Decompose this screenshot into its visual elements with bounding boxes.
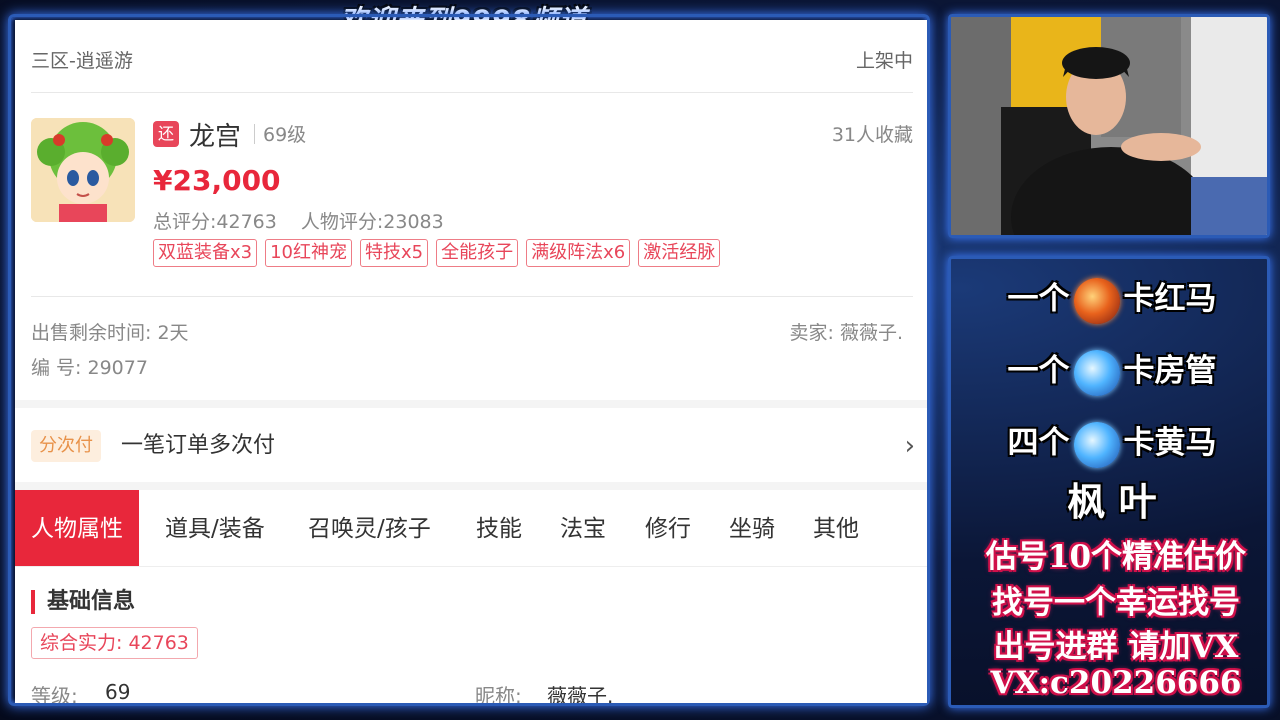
listing-panel: 三区-逍遥游 上架中 还 龙宫 69级 31人收藏 ¥23,000 总评分:42… [15,20,927,703]
feature-tag: 全能孩子 [436,239,519,267]
school-name: 龙宫 [189,122,242,152]
return-badge: 还 [153,121,179,147]
tab-skills[interactable]: 技能 [476,490,522,566]
water-gift-icon [1073,349,1120,396]
promo-text: 四个 [1007,425,1070,461]
character-score: 人物评分:23083 [300,211,444,233]
promo-text: 卡黄马 [1123,425,1217,461]
time-remaining: 出售剩余时间: 2天 [31,322,189,344]
nickname-value: 薇薇子. [547,684,614,703]
overall-power-badge: 综合实力: 42763 [31,627,198,659]
tab-items-equipment[interactable]: 道具/装备 [165,490,265,566]
divider [31,92,913,93]
tab-character-attributes[interactable]: 人物属性 [15,490,139,566]
nickname-label: 昵称: [475,684,522,703]
favorites-count: 31人收藏 [831,124,913,146]
water-gift-icon [1073,421,1120,468]
divider [31,296,913,297]
feature-tag: 激活经脉 [638,239,721,267]
character-avatar[interactable] [31,118,135,222]
feature-tag: 10红神宠 [265,239,353,267]
tab-summons-children[interactable]: 召唤灵/孩子 [308,490,431,566]
webcam-frame [948,14,1270,238]
section-title: 基础信息 [31,590,135,614]
promo-sell-account: 出号进群 请加VX [993,629,1239,665]
fire-gift-icon [1073,277,1120,324]
section-gap [15,482,927,490]
tab-mounts[interactable]: 坐骑 [729,490,775,566]
promo-text: 卡红马 [1123,281,1217,317]
promo-line-yellow-horse: 四个 卡黄马 [951,417,1273,468]
promo-text: 一个 [1007,353,1070,389]
level-value: 69 [105,680,131,703]
section-gap [15,400,927,408]
promo-wechat-id: VX:c20226666 [990,665,1242,701]
promo-line-room-admin: 一个 卡房管 [951,345,1273,396]
price: ¥23,000 [153,164,281,197]
promo-text: 卡房管 [1123,353,1217,389]
feature-tag: 满级阵法x6 [526,239,631,267]
promo-panel: 一个 卡红马 一个 卡房管 四个 卡黄马 枫 叶 估号10个精准估价 找号一个幸运找号… [948,256,1270,708]
serial-number: 编 号: 29077 [31,357,148,379]
installment-text: 一笔订单多次付 [121,433,276,458]
promo-line-red-horse: 一个 卡红马 [951,273,1273,324]
detail-tabs: 人物属性 道具/装备 召唤灵/孩子 技能 法宝 修行 坐骑 其他 [15,490,927,567]
feature-tag: 双蓝装备x3 [153,239,258,267]
seller-name: 卖家: 薇薇子. [789,322,903,344]
tab-treasures[interactable]: 法宝 [560,490,606,566]
region-label: 三区-逍遥游 [31,50,133,72]
tab-other[interactable]: 其他 [813,490,859,566]
webcam-feed [951,17,1267,235]
installment-pay-row[interactable]: 分次付 一笔订单多次付 › [15,408,927,482]
installment-badge: 分次付 [31,430,101,462]
listing-status: 上架中 [855,50,913,72]
total-score: 总评分:42763 [153,211,277,233]
streamer-name: 枫 叶 [1067,480,1157,524]
feature-tag: 特技x5 [360,239,429,267]
separator [254,124,255,144]
chevron-right-icon[interactable]: › [905,430,915,462]
feature-tags: 双蓝装备x3 10红神宠 特技x5 全能孩子 满级阵法x6 激活经脉 [153,239,728,267]
promo-appraisal: 估号10个精准估价 [985,539,1247,575]
character-level: 69级 [263,124,307,146]
promo-text: 一个 [1007,281,1070,317]
promo-find-account: 找号一个幸运找号 [992,585,1240,621]
tab-cultivation[interactable]: 修行 [645,490,691,566]
level-label: 等级: [31,684,78,703]
